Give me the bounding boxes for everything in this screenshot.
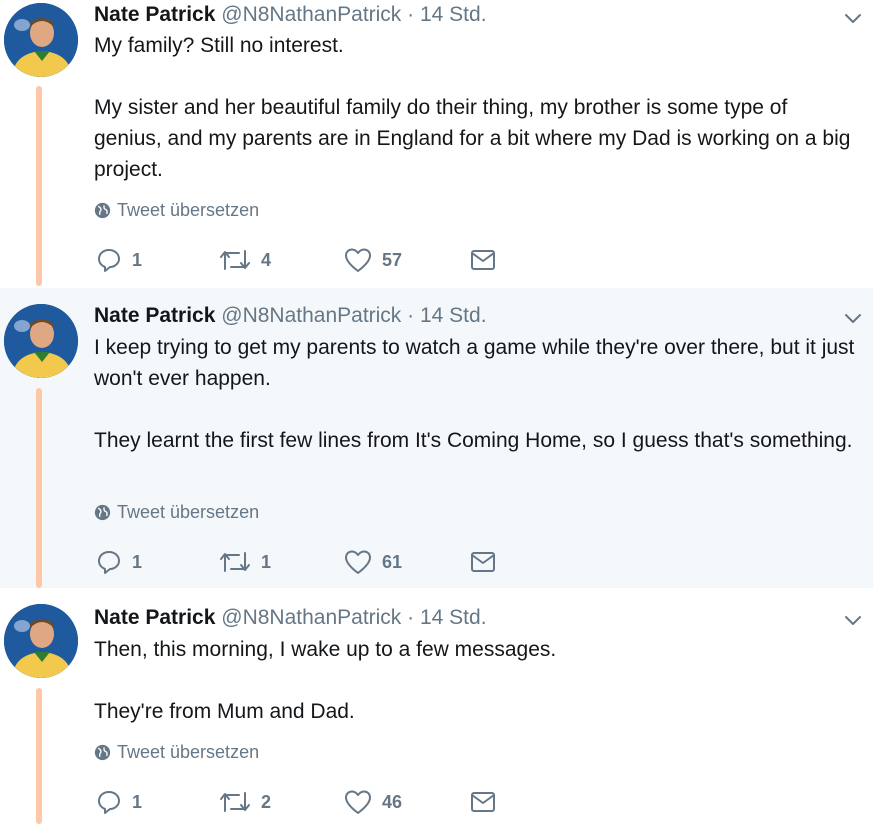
like-count: 57 [382,249,403,270]
author-name[interactable]: Nate Patrick [94,606,215,629]
reply-count: 1 [132,791,143,812]
tweet[interactable]: Nate Patrick @N8NathanPatrick · 14 Std. … [0,288,873,588]
tweet-thread: Nate Patrick @N8NathanPatrick · 14 Std. … [0,0,873,824]
envelope-icon [471,250,495,270]
tweet-header: Nate Patrick @N8NathanPatrick · 14 Std. [94,303,487,329]
retweet-icon [220,552,250,572]
reply-count: 1 [132,249,143,270]
tweet-actions: 1 4 57 [94,245,514,275]
tweet-text: Then, this morning, I wake up to a few m… [94,634,859,727]
heart-icon [345,550,371,574]
retweet-count: 2 [261,791,272,812]
reply-button[interactable]: 1 [96,245,142,275]
like-button[interactable]: 57 [344,245,402,275]
retweet-button[interactable]: 1 [219,547,271,577]
retweet-icon [220,792,250,812]
globe-icon [94,202,111,219]
author-handle[interactable]: @N8NathanPatrick [221,304,401,327]
dm-button[interactable] [469,547,497,577]
tweet-paragraph: They learnt the first few lines from It'… [94,429,853,452]
author-name[interactable]: Nate Patrick [94,304,215,327]
tweet-paragraph: They're from Mum and Dad. [94,700,355,723]
reply-button[interactable]: 1 [96,547,142,577]
retweet-icon [220,250,250,270]
avatar[interactable] [4,304,78,378]
tweet-header: Nate Patrick @N8NathanPatrick · 14 Std. [94,605,487,631]
like-button[interactable]: 61 [344,547,402,577]
reply-button[interactable]: 1 [96,787,142,817]
heart-icon [345,790,371,814]
chevron-down-icon[interactable] [841,306,865,330]
like-count: 46 [382,791,403,812]
like-count: 61 [382,551,403,572]
retweet-count: 1 [261,551,272,572]
reply-icon [98,791,120,814]
tweet-text: My family? Still no interest. My sister … [94,30,859,185]
chevron-down-icon[interactable] [841,6,865,30]
retweet-button[interactable]: 4 [219,245,271,275]
translate-label: Tweet übersetzen [117,742,260,762]
retweet-count: 4 [261,249,272,270]
timestamp[interactable]: · 14 Std. [407,606,486,629]
translate-link[interactable]: Tweet übersetzen [94,502,259,523]
translate-link[interactable]: Tweet übersetzen [94,200,259,221]
tweet-paragraph: My sister and her beautiful family do th… [94,96,851,181]
thread-line [36,388,42,588]
reply-icon [98,249,120,272]
timestamp[interactable]: · 14 Std. [407,3,486,26]
avatar[interactable] [4,604,78,678]
like-button[interactable]: 46 [344,787,402,817]
tweet-actions: 1 1 61 [94,547,514,577]
tweet-paragraph: I keep trying to get my parents to watch… [94,336,855,390]
tweet-paragraph: Then, this morning, I wake up to a few m… [94,638,557,661]
heart-icon [345,248,371,272]
reply-count: 1 [132,551,143,572]
globe-icon [94,744,111,761]
avatar[interactable] [4,3,78,77]
tweet-header: Nate Patrick @N8NathanPatrick · 14 Std. [94,2,487,28]
tweet-actions: 1 2 46 [94,787,514,817]
dm-button[interactable] [469,245,497,275]
tweet-paragraph: My family? Still no interest. [94,34,344,57]
tweet[interactable]: Nate Patrick @N8NathanPatrick · 14 Std. … [0,588,873,824]
chevron-down-icon[interactable] [841,608,865,632]
thread-line [36,86,42,286]
tweet[interactable]: Nate Patrick @N8NathanPatrick · 14 Std. … [0,0,873,286]
translate-link[interactable]: Tweet übersetzen [94,742,259,763]
thread-line [36,688,42,824]
translate-label: Tweet übersetzen [117,200,260,220]
author-handle[interactable]: @N8NathanPatrick [221,606,401,629]
envelope-icon [471,552,495,572]
envelope-icon [471,792,495,812]
author-name[interactable]: Nate Patrick [94,3,215,26]
tweet-text: I keep trying to get my parents to watch… [94,332,859,456]
dm-button[interactable] [469,787,497,817]
translate-label: Tweet übersetzen [117,502,260,522]
timestamp[interactable]: · 14 Std. [407,304,486,327]
retweet-button[interactable]: 2 [219,787,271,817]
globe-icon [94,504,111,521]
author-handle[interactable]: @N8NathanPatrick [221,3,401,26]
reply-icon [98,551,120,574]
